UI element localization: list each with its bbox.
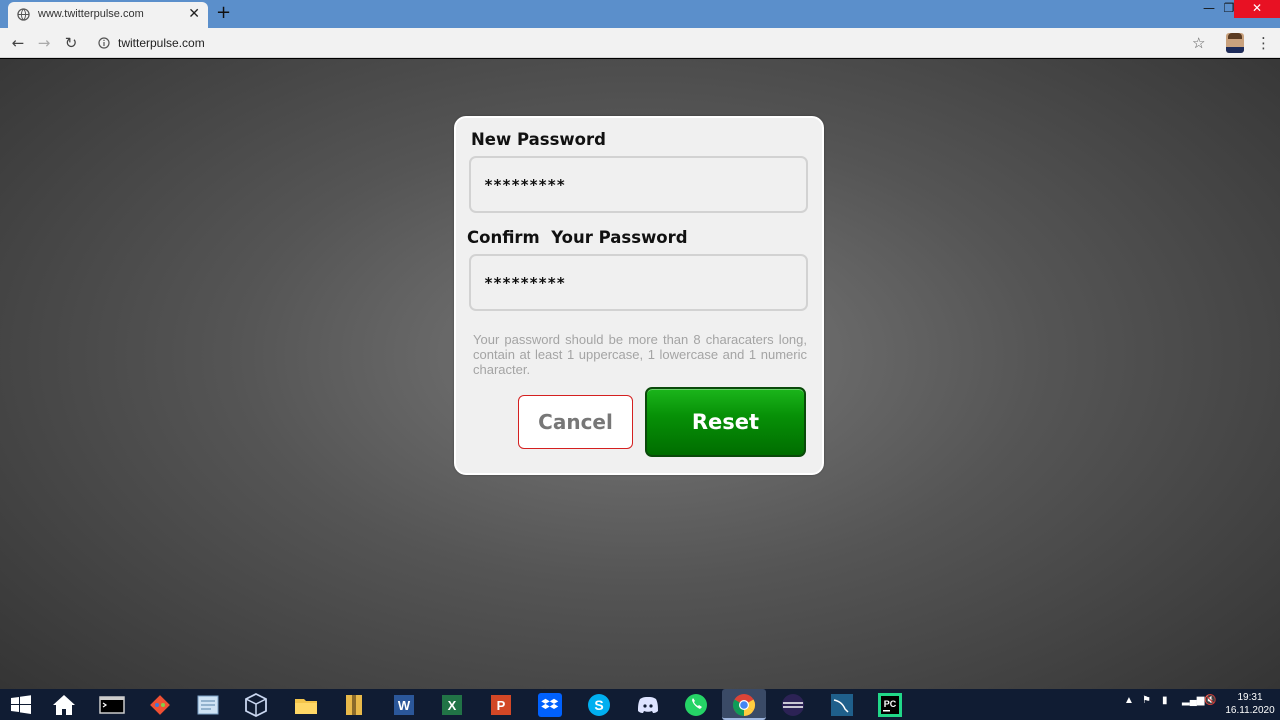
file-explorer-icon[interactable] <box>293 692 319 718</box>
eclipse-icon[interactable] <box>780 692 806 718</box>
profile-avatar[interactable] <box>1226 33 1244 53</box>
new-tab-button[interactable]: + <box>216 4 231 22</box>
confirm-password-input[interactable] <box>469 254 808 311</box>
dropbox-icon[interactable] <box>537 692 563 718</box>
browser-toolbar: ← → ↻ twitterpulse.com ☆ ⋮ <box>0 28 1280 58</box>
forward-button[interactable]: → <box>34 33 54 53</box>
powerpoint-icon[interactable]: P <box>488 692 514 718</box>
mysql-workbench-icon[interactable] <box>829 692 855 718</box>
tray-expand-icon[interactable]: ▲ <box>1124 695 1134 706</box>
taskbar: W X P S PC ▲ ⚑ ▮ ▂▄▆ 🔇 19:31 16.11.2020 <box>0 689 1280 720</box>
cancel-button[interactable]: Cancel <box>518 395 633 449</box>
svg-text:S: S <box>594 697 603 713</box>
confirm-password-label: Confirm Your Password <box>467 228 688 247</box>
terminal-icon[interactable] <box>99 692 125 718</box>
excel-icon[interactable]: X <box>439 692 465 718</box>
window-close-button[interactable]: ✕ <box>1234 0 1280 18</box>
svg-text:W: W <box>398 698 411 713</box>
virtualbox-icon[interactable] <box>243 692 269 718</box>
globe-icon <box>17 8 30 21</box>
taskbar-clock[interactable]: 19:31 16.11.2020 <box>1222 691 1278 717</box>
volume-muted-icon[interactable]: 🔇 <box>1204 695 1216 706</box>
browser-tabstrip: www.twitterpulse.com ✕ + — ❐ ✕ <box>0 0 1280 28</box>
git-icon[interactable] <box>147 692 173 718</box>
info-icon[interactable] <box>98 37 110 49</box>
tab-close-icon[interactable]: ✕ <box>188 6 200 22</box>
new-password-input[interactable] <box>469 156 808 213</box>
new-password-label: New Password <box>471 130 606 149</box>
reset-password-card: New Password Confirm Your Password Your … <box>454 116 824 475</box>
avatar-shirt <box>1226 47 1244 53</box>
clock-time: 19:31 <box>1237 692 1263 703</box>
discord-icon[interactable] <box>635 692 661 718</box>
address-bar[interactable]: twitterpulse.com <box>90 31 1218 55</box>
archive-icon[interactable] <box>341 692 367 718</box>
bookmark-star-icon[interactable]: ☆ <box>1192 33 1205 53</box>
reset-button[interactable]: Reset <box>645 387 806 457</box>
address-bar-url: twitterpulse.com <box>118 36 205 50</box>
password-hint: Your password should be more than 8 char… <box>473 332 807 377</box>
tab-title: www.twitterpulse.com <box>38 8 144 20</box>
page-viewport: New Password Confirm Your Password Your … <box>0 59 1280 689</box>
svg-text:PC: PC <box>884 699 897 709</box>
whatsapp-icon[interactable] <box>683 692 709 718</box>
home-icon[interactable] <box>51 692 77 718</box>
notepad-icon[interactable] <box>195 692 221 718</box>
avatar-hair <box>1228 33 1242 39</box>
svg-text:P: P <box>497 698 506 713</box>
browser-menu-icon[interactable]: ⋮ <box>1256 33 1271 53</box>
back-button[interactable]: ← <box>8 33 28 53</box>
chrome-taskbar-item[interactable] <box>722 689 766 720</box>
word-icon[interactable]: W <box>391 692 417 718</box>
browser-tab[interactable]: www.twitterpulse.com ✕ <box>8 2 208 28</box>
flag-icon[interactable]: ⚑ <box>1142 695 1151 706</box>
clock-date: 16.11.2020 <box>1225 705 1275 716</box>
power-icon[interactable]: ▮ <box>1162 695 1168 706</box>
svg-text:X: X <box>448 698 457 713</box>
chrome-icon <box>733 694 755 716</box>
windows-start-icon[interactable] <box>8 692 34 718</box>
reload-button[interactable]: ↻ <box>61 33 81 53</box>
pycharm-icon[interactable]: PC <box>877 692 903 718</box>
signal-icon[interactable]: ▂▄▆ <box>1182 695 1204 706</box>
skype-icon[interactable]: S <box>586 692 612 718</box>
